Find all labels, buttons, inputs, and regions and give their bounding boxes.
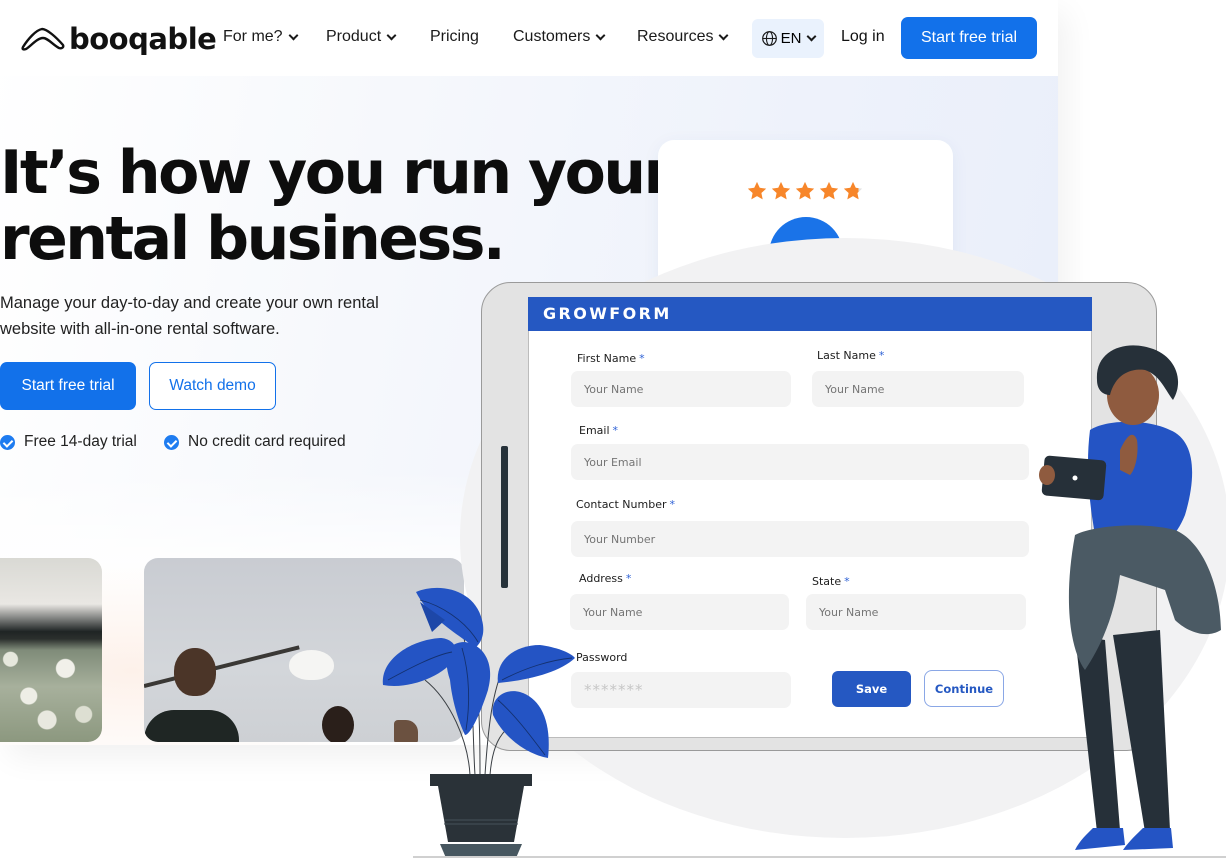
- star-icon: [771, 181, 791, 200]
- hero-title-line-2: rental business.: [0, 204, 506, 274]
- label-text: First Name: [577, 352, 637, 365]
- hero-subtitle: Manage your day-to-day and create your o…: [0, 294, 379, 338]
- address-label: Address *: [579, 572, 631, 585]
- hero-title-line-1: It’s how you run your: [0, 138, 673, 208]
- chevron-down-icon: [288, 30, 299, 40]
- login-link[interactable]: Log in: [841, 28, 885, 46]
- checkmark-circle-icon: [164, 434, 179, 450]
- label-text: State: [812, 575, 842, 588]
- watch-demo-button[interactable]: Watch demo: [149, 362, 276, 410]
- star-icon: [747, 181, 767, 200]
- language-selector[interactable]: EN: [752, 19, 824, 58]
- email-input[interactable]: [571, 444, 1029, 480]
- required-marker: *: [612, 424, 619, 437]
- nav-label: Customers: [513, 28, 591, 45]
- nav-label: For me?: [223, 28, 283, 45]
- potted-plant-illustration: [382, 587, 575, 858]
- benefit-no-credit-card: No credit card required: [164, 433, 346, 451]
- star-rating: [746, 180, 864, 202]
- person-body: [144, 710, 239, 742]
- nav-label: Resources: [637, 28, 714, 45]
- chevron-down-icon: [595, 30, 606, 40]
- state-input[interactable]: [806, 594, 1026, 630]
- nav-for-me[interactable]: For me?: [223, 28, 299, 46]
- required-marker: *: [669, 498, 675, 511]
- required-marker: *: [878, 349, 885, 362]
- label-text: Address: [579, 572, 623, 585]
- password-input[interactable]: *******: [571, 672, 791, 708]
- required-marker: *: [639, 352, 645, 365]
- person-with-tablet-illustration: [1039, 345, 1221, 850]
- boomerang-logo-icon: [21, 27, 65, 51]
- email-label: Email *: [579, 424, 618, 437]
- chevron-down-icon: [806, 31, 817, 42]
- checkmark-circle-icon: [0, 434, 15, 450]
- first-name-label: First Name *: [577, 352, 645, 365]
- photographer-head: [322, 706, 354, 742]
- globe-icon: [761, 31, 777, 46]
- boom-pole: [144, 645, 300, 688]
- nav-resources[interactable]: Resources: [637, 28, 729, 46]
- benefit-free-trial: Free 14-day trial: [0, 433, 137, 451]
- nav-label: Pricing: [430, 28, 479, 45]
- form-title: GROWFORM: [528, 297, 1092, 331]
- ground-line: [413, 856, 1226, 858]
- contact-number-label: Contact Number *: [576, 498, 675, 511]
- nav-pricing[interactable]: Pricing: [430, 28, 479, 46]
- form-save-button[interactable]: Save: [832, 671, 911, 707]
- studio-lamp: [289, 650, 334, 680]
- contact-number-input[interactable]: [571, 521, 1029, 557]
- last-name-input[interactable]: [812, 371, 1024, 407]
- nav-product[interactable]: Product: [326, 28, 397, 46]
- last-name-label: Last Name *: [817, 349, 884, 362]
- label-text: Last Name: [817, 349, 876, 362]
- hero-title: It’s how you run your rental business.: [0, 138, 673, 274]
- benefit-label: Free 14-day trial: [24, 433, 137, 450]
- event-flowers-photo: [0, 558, 102, 742]
- label-text: Email: [579, 424, 610, 437]
- nav-label: Product: [326, 28, 382, 45]
- top-navigation: booqable For me? Product Pricing Custome…: [0, 0, 1058, 76]
- benefit-label: No credit card required: [188, 433, 346, 450]
- first-name-input[interactable]: [571, 371, 791, 407]
- required-marker: *: [625, 572, 632, 585]
- password-label: Password: [576, 651, 628, 664]
- person-head: [174, 648, 216, 696]
- state-label: State *: [812, 575, 850, 588]
- language-code: EN: [780, 30, 802, 47]
- chevron-down-icon: [719, 30, 729, 40]
- required-marker: *: [844, 575, 850, 588]
- star-icon: [819, 181, 839, 200]
- tablet-side-button: [501, 446, 508, 588]
- form-continue-button[interactable]: Continue: [924, 670, 1004, 707]
- chevron-down-icon: [386, 30, 397, 40]
- start-free-trial-button[interactable]: Start free trial: [0, 362, 136, 410]
- star-icon: [795, 181, 815, 200]
- star-partial-icon: [843, 181, 863, 200]
- label-text: Contact Number: [576, 498, 667, 511]
- address-input[interactable]: [570, 594, 789, 630]
- brand-name: booqable: [69, 22, 217, 56]
- nav-start-trial-button[interactable]: Start free trial: [901, 17, 1037, 59]
- nav-customers[interactable]: Customers: [513, 28, 606, 46]
- brand-logo[interactable]: booqable: [20, 22, 217, 56]
